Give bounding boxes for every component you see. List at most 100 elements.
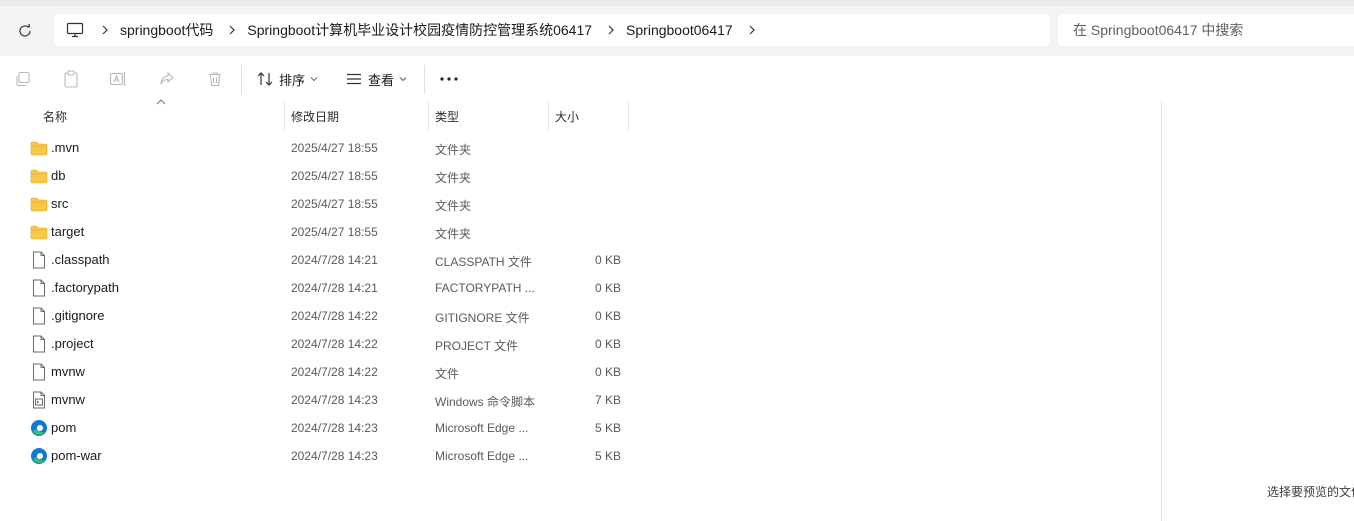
sort-icon (257, 72, 273, 86)
file-row[interactable]: .mvn 2025/4/27 18:55 文件夹 (0, 134, 1161, 162)
column-divider[interactable] (548, 102, 549, 130)
file-name: pom-war (51, 448, 102, 463)
command-bar: 排序 查看 (0, 56, 1354, 103)
edge-icon (30, 419, 48, 437)
rename-icon[interactable] (107, 68, 129, 90)
search-box[interactable]: 在 Springboot06417 中搜索 (1058, 14, 1354, 46)
breadcrumb-springboot-code[interactable]: springboot代码 (120, 20, 213, 40)
delete-icon[interactable] (204, 68, 226, 90)
file-modified: 2025/4/27 18:55 (291, 169, 378, 183)
file-name: .mvn (51, 140, 80, 155)
more-options-button[interactable] (437, 68, 461, 90)
file-modified: 2025/4/27 18:55 (291, 225, 378, 239)
column-header-type[interactable]: 类型 (435, 102, 459, 130)
share-icon[interactable] (156, 68, 178, 90)
file-modified: 2024/7/28 14:23 (291, 449, 378, 463)
file-row[interactable]: pom-war 2024/7/28 14:23 Microsoft Edge ...… (0, 442, 1161, 470)
more-icon (440, 77, 458, 81)
preview-pane: 选择要预览的文件 (1161, 102, 1354, 521)
breadcrumb-separator[interactable] (604, 24, 618, 36)
column-divider[interactable] (284, 102, 285, 130)
refresh-button[interactable] (12, 18, 38, 44)
sort-label: 排序 (279, 72, 306, 88)
address-bar[interactable]: springboot代码 Springboot计算机毕业设计校园疫情防控管理系统… (54, 14, 1050, 46)
file-type: 文件夹 (435, 227, 472, 241)
file-type: Windows 命令脚本 (435, 395, 536, 409)
file-modified: 2025/4/27 18:55 (291, 197, 378, 211)
file-modified: 2024/7/28 14:22 (291, 337, 378, 351)
refresh-icon (19, 24, 31, 37)
file-type: 文件夹 (435, 143, 472, 157)
file-row[interactable]: target 2025/4/27 18:55 文件夹 (0, 218, 1161, 246)
breadcrumb-separator[interactable] (225, 24, 239, 36)
folder-icon (30, 195, 48, 213)
address-bar-region: springboot代码 Springboot计算机毕业设计校园疫情防控管理系统… (0, 0, 1354, 60)
file-icon (30, 307, 48, 325)
breadcrumb-separator[interactable] (745, 24, 759, 36)
file-name: pom (51, 420, 77, 435)
file-modified: 2024/7/28 14:22 (291, 309, 378, 323)
file-row[interactable]: db 2025/4/27 18:55 文件夹 (0, 162, 1161, 190)
file-row[interactable]: pom 2024/7/28 14:23 Microsoft Edge ... 5 KB (0, 414, 1161, 442)
file-modified: 2024/7/28 14:21 (291, 281, 378, 295)
file-row[interactable]: .project 2024/7/28 14:22 PROJECT 文件 0 KB (0, 330, 1161, 358)
file-size: 0 KB (594, 309, 621, 323)
file-type: GITIGNORE 文件 (435, 311, 530, 325)
file-name: .project (51, 336, 94, 351)
file-row[interactable]: .classpath 2024/7/28 14:21 CLASSPATH 文件 0 K… (0, 246, 1161, 274)
file-row[interactable]: mvnw 2024/7/28 14:22 文件 0 KB (0, 358, 1161, 386)
file-size: 5 KB (594, 421, 621, 435)
new-icon[interactable] (12, 68, 34, 90)
file-type: Microsoft Edge ... (435, 449, 529, 463)
edge-icon (30, 447, 48, 465)
column-divider[interactable] (428, 102, 429, 130)
file-name: mvnw (51, 364, 85, 379)
column-divider[interactable] (628, 102, 629, 130)
file-size: 0 KB (594, 337, 621, 351)
sort-button[interactable]: 排序 (257, 66, 318, 92)
column-header-size[interactable]: 大小 (555, 102, 579, 130)
file-modified: 2024/7/28 14:23 (291, 421, 378, 435)
file-type: FACTORYPATH ... (435, 281, 535, 295)
file-modified: 2024/7/28 14:23 (291, 393, 378, 407)
file-name: db (51, 168, 66, 183)
file-row[interactable]: .gitignore 2024/7/28 14:22 GITIGNORE 文件 0 K… (0, 302, 1161, 330)
sort-ascending-icon (156, 99, 166, 105)
file-size: 0 KB (594, 365, 621, 379)
chevron-right-icon (102, 25, 108, 35)
breadcrumb-project-folder[interactable]: Springboot计算机毕业设计校园疫情防控管理系统06417 (247, 20, 592, 40)
file-type: PROJECT 文件 (435, 339, 519, 353)
chevron-right-icon (229, 25, 236, 35)
file-row[interactable]: mvnw 2024/7/28 14:23 Windows 命令脚本 7 KB (0, 386, 1161, 414)
file-name: .classpath (51, 252, 110, 267)
chevron-right-icon (608, 25, 614, 35)
file-type: CLASSPATH 文件 (435, 255, 532, 269)
file-name: target (51, 224, 85, 239)
file-row[interactable]: src 2025/4/27 18:55 文件夹 (0, 190, 1161, 218)
folder-icon (30, 139, 48, 157)
this-pc-icon[interactable] (64, 19, 86, 41)
file-type: 文件 (435, 367, 460, 381)
view-button[interactable]: 查看 (346, 66, 407, 92)
file-name: .factorypath (51, 280, 119, 295)
file-row[interactable]: .factorypath 2024/7/28 14:21 FACTORYPATH .… (0, 274, 1161, 302)
paste-icon[interactable] (60, 68, 82, 90)
breadcrumb-separator[interactable] (98, 24, 112, 36)
folder-icon (30, 167, 48, 185)
file-icon (30, 279, 48, 297)
file-name: .gitignore (51, 308, 105, 323)
file-icon (30, 251, 48, 269)
search-placeholder[interactable]: 在 Springboot06417 中搜索 (1073, 20, 1243, 40)
file-list: 名称 修改日期 类型 大小 .mvn 2025/4/27 18:55 文件夹 db 20… (0, 99, 1161, 521)
chevron-down-icon (399, 77, 407, 82)
file-size: 5 KB (594, 449, 621, 463)
file-type: 文件夹 (435, 171, 472, 185)
chevron-down-icon (310, 77, 318, 82)
column-header-modified[interactable]: 修改日期 (291, 102, 339, 130)
column-header-name[interactable]: 名称 (43, 102, 67, 130)
folder-icon (30, 223, 48, 241)
breadcrumb-current-folder[interactable]: Springboot06417 (626, 22, 733, 38)
preview-message: 选择要预览的文件 (1267, 485, 1354, 499)
file-size: 7 KB (594, 393, 621, 407)
view-label: 查看 (368, 72, 395, 88)
